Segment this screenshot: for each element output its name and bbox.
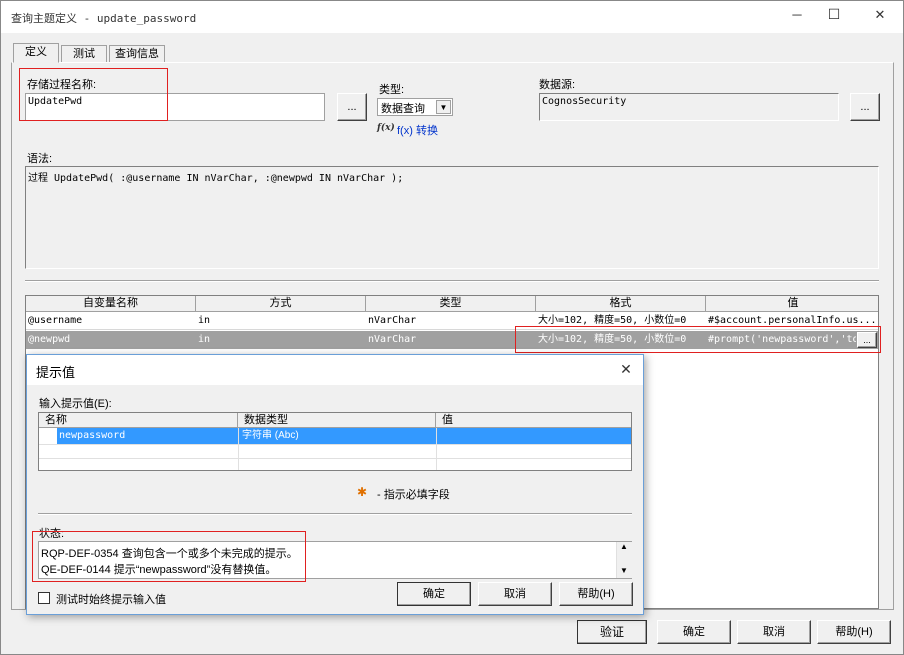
- dialog-close-icon[interactable]: ✕: [615, 361, 637, 378]
- chevron-down-icon[interactable]: ▼: [436, 100, 451, 114]
- always-prompt-checkbox[interactable]: [38, 592, 50, 604]
- title-bar: 查询主题定义 - update_password ─ ☐ ✕: [1, 1, 903, 33]
- status-label: 状态:: [39, 528, 65, 540]
- syntax-label: 语法:: [27, 153, 53, 165]
- param-type: nVarChar: [368, 315, 417, 326]
- close-icon[interactable]: ✕: [865, 7, 895, 23]
- proc-name-input[interactable]: UpdatePwd: [25, 93, 325, 121]
- minimize-icon[interactable]: ─: [782, 7, 812, 22]
- required-icon: ✱: [357, 485, 368, 499]
- type-select[interactable]: 数据查询 ▼: [377, 98, 453, 116]
- tab-definition-label: 定义: [25, 46, 47, 58]
- param-name: @newpwd: [28, 334, 71, 345]
- tab-definition[interactable]: 定义: [13, 43, 59, 63]
- grid-line: [39, 444, 631, 445]
- prompt-value[interactable]: [436, 428, 631, 444]
- grid-line: [238, 428, 239, 470]
- help-button[interactable]: 帮助(H): [817, 620, 891, 644]
- param-format: 大小=102, 精度=50, 小数位=0: [538, 315, 687, 326]
- cancel-button[interactable]: 取消: [737, 620, 811, 644]
- param-format: 大小=102, 精度=50, 小数位=0: [538, 334, 687, 345]
- tab-test-label: 测试: [73, 48, 95, 60]
- ok-button[interactable]: 确定: [657, 620, 731, 644]
- param-mode: in: [198, 334, 211, 345]
- param-name: @username: [28, 315, 83, 326]
- type-label: 类型:: [379, 84, 405, 96]
- dialog-title-bar: 提示值 ✕: [27, 355, 643, 385]
- datasource-browse-button[interactable]: ...: [850, 93, 880, 121]
- dialog-help-button[interactable]: 帮助(H): [559, 582, 633, 606]
- scroll-up-icon[interactable]: ▲: [620, 542, 628, 551]
- validate-button[interactable]: 验证: [577, 620, 647, 644]
- params-col-value[interactable]: 值: [706, 296, 878, 312]
- tab-query-info-label: 查询信息: [115, 48, 159, 60]
- params-col-name[interactable]: 自变量名称: [26, 296, 196, 312]
- grid-line: [436, 428, 437, 470]
- status-scrollbar[interactable]: ▲ ▼: [616, 542, 632, 578]
- maximize-icon[interactable]: ☐: [819, 6, 849, 23]
- dialog-cancel-button[interactable]: 取消: [478, 582, 552, 606]
- params-col-format[interactable]: 格式: [536, 296, 706, 312]
- type-value: 数据查询: [381, 103, 425, 115]
- params-col-type[interactable]: 类型: [366, 296, 536, 312]
- tab-query-info[interactable]: 查询信息: [109, 45, 165, 62]
- tab-test[interactable]: 测试: [61, 45, 107, 62]
- proc-name-label: 存储过程名称:: [27, 79, 97, 91]
- status-line: QE-DEF-0144 提示“newpassword”没有替换值。: [41, 564, 277, 576]
- params-col-mode[interactable]: 方式: [196, 296, 366, 312]
- required-text: - 指示必填字段: [377, 489, 450, 501]
- prompt-name: newpassword: [57, 428, 238, 444]
- prompt-col-name[interactable]: 名称: [39, 413, 238, 428]
- prompt-grid[interactable]: 名称 数据类型 值 newpassword 字符串 (Abc): [38, 412, 632, 471]
- table-row[interactable]: @newpwd in nVarChar 大小=102, 精度=50, 小数位=0…: [26, 331, 878, 349]
- window-title: 查询主题定义 - update_password: [11, 12, 197, 25]
- separator: [25, 280, 879, 282]
- table-row[interactable]: newpassword 字符串 (Abc): [39, 428, 631, 444]
- dialog-ok-button[interactable]: 确定: [397, 582, 471, 606]
- param-value: #prompt('newpassword','to: [708, 334, 856, 345]
- prompt-col-type[interactable]: 数据类型: [238, 413, 436, 428]
- syntax-value: 过程 UpdatePwd( :@username IN nVarChar, :@…: [28, 173, 404, 184]
- proc-browse-button[interactable]: ...: [337, 93, 367, 121]
- status-line: RQP-DEF-0354 查询包含一个或多个未完成的提示。: [41, 548, 298, 560]
- status-box: RQP-DEF-0354 查询包含一个或多个未完成的提示。 QE-DEF-014…: [38, 541, 632, 579]
- prompt-type: 字符串 (Abc): [238, 428, 436, 444]
- prompt-input-label: 输入提示值(E):: [39, 398, 112, 410]
- row-indicator: [39, 428, 57, 444]
- param-mode: in: [198, 315, 211, 326]
- scroll-down-icon[interactable]: ▼: [620, 566, 628, 575]
- prompt-col-value[interactable]: 值: [436, 413, 631, 428]
- fx-convert-link[interactable]: f(x) 转换: [397, 122, 438, 138]
- prompt-dialog: 提示值 ✕ 输入提示值(E): 名称 数据类型 值 newpassword 字符…: [26, 354, 644, 615]
- param-type: nVarChar: [368, 334, 417, 345]
- datasource-label: 数据源:: [539, 79, 576, 91]
- datasource-value: CognosSecurity: [542, 96, 627, 107]
- syntax-box: 过程 UpdatePwd( :@username IN nVarChar, :@…: [25, 166, 879, 269]
- dialog-separator: [38, 513, 632, 515]
- datasource-field: CognosSecurity: [539, 93, 839, 121]
- proc-name-value: UpdatePwd: [28, 96, 83, 107]
- param-value-browse-button[interactable]: ...: [857, 332, 877, 348]
- dialog-title: 提示值: [36, 365, 76, 380]
- table-row[interactable]: @username in nVarChar 大小=102, 精度=50, 小数位…: [26, 312, 878, 330]
- fx-icon: f(x): [377, 123, 395, 133]
- param-value: #$account.personalInfo.us...: [708, 315, 877, 326]
- grid-line: [39, 458, 631, 459]
- always-prompt-label[interactable]: 测试时始终提示输入值: [56, 591, 166, 607]
